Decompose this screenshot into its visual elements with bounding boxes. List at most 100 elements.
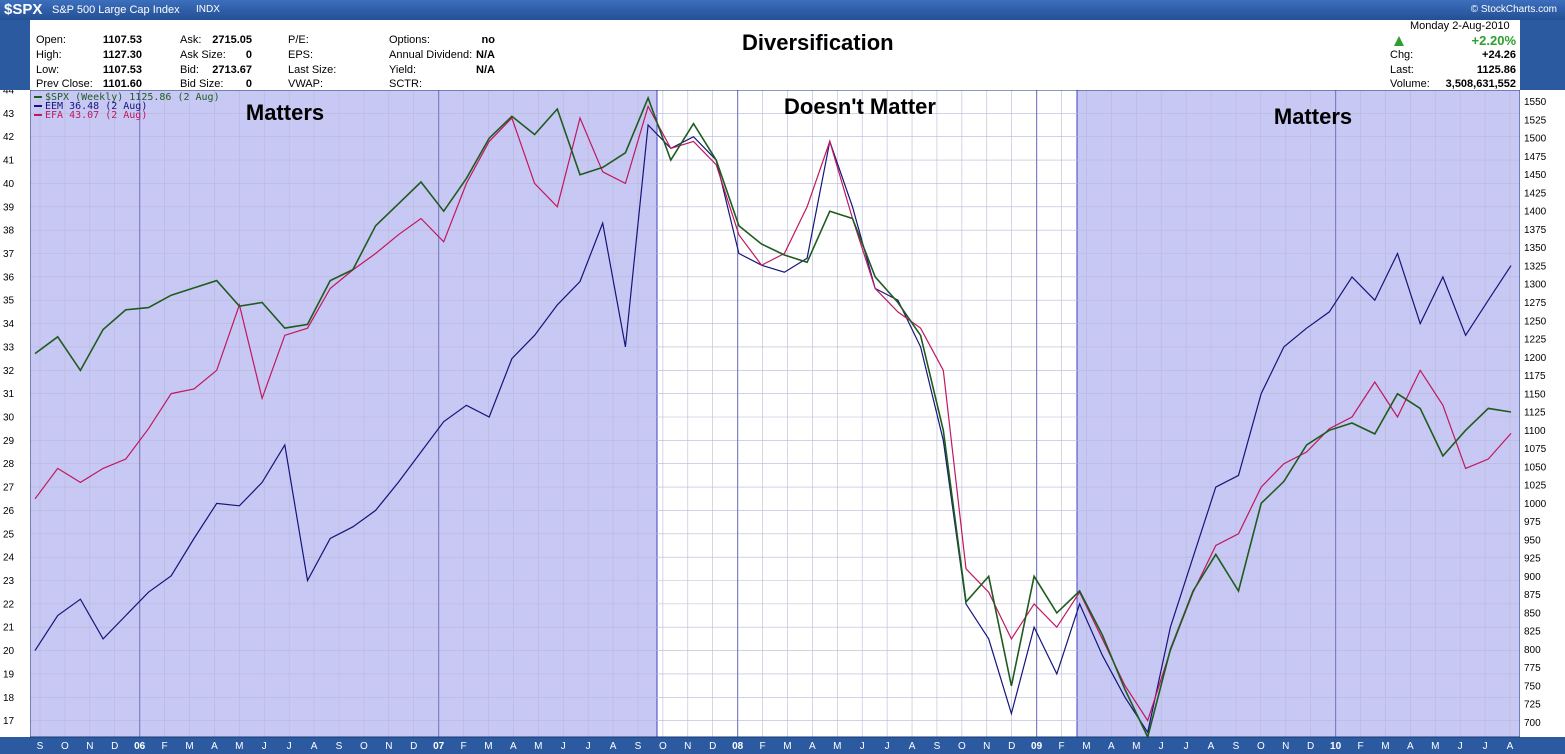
x-tick-label: J — [860, 741, 865, 752]
right-tick-label: 1550 — [1524, 97, 1547, 108]
left-tick-label: 35 — [3, 296, 15, 307]
x-tick-label: F — [1357, 741, 1363, 752]
right-tick-label: 1500 — [1524, 134, 1547, 145]
right-tick-label: 1475 — [1524, 152, 1547, 163]
left-tick-label: 17 — [3, 716, 15, 727]
left-tick-label: 20 — [3, 646, 15, 657]
right-tick-label: 1200 — [1524, 353, 1547, 364]
stat-value: +24.26 — [1482, 49, 1516, 61]
brand-link[interactable]: © StockCharts.com — [1471, 4, 1557, 15]
stat-label: P/E: — [288, 34, 309, 46]
x-tick-label: A — [909, 741, 916, 752]
right-tick-label: 1350 — [1524, 243, 1547, 254]
x-tick-label: O — [360, 741, 368, 752]
stat-value: no — [481, 34, 495, 46]
x-tick-label: A — [610, 741, 617, 752]
right-tick-label: 1150 — [1524, 389, 1546, 400]
percent-change: +2.20% — [1471, 33, 1516, 48]
x-tick-label: A — [1108, 741, 1115, 752]
x-tick-label: N — [983, 741, 990, 752]
x-tick-label: A — [311, 741, 318, 752]
x-tick-label: O — [958, 741, 966, 752]
left-tick-label: 30 — [3, 413, 15, 424]
x-tick-label: D — [111, 741, 118, 752]
right-tick-label: 1025 — [1524, 481, 1547, 492]
left-tick-label: 37 — [3, 249, 15, 260]
x-tick-label: J — [1159, 741, 1164, 752]
left-tick-label: 43 — [3, 109, 15, 120]
x-tick-label: 07 — [433, 741, 445, 752]
exchange-label: INDX — [196, 4, 220, 15]
right-tick-label: 750 — [1524, 681, 1541, 692]
left-tick-label: 26 — [3, 506, 15, 517]
stat-label: Volume: — [1390, 78, 1430, 90]
stat-value: 0 — [245, 49, 252, 61]
right-tick-label: 1125 — [1524, 408, 1546, 419]
x-tick-label: O — [659, 741, 667, 752]
x-tick-label: S — [37, 741, 44, 752]
x-tick-label: O — [1257, 741, 1265, 752]
right-tick-label: 850 — [1524, 608, 1541, 619]
shaded-region — [1076, 90, 1521, 738]
x-tick-label: M — [1381, 741, 1389, 752]
left-tick-label: 38 — [3, 226, 15, 237]
left-tick-label: 27 — [3, 483, 15, 494]
price-chart[interactable]: Matters Doesn't Matter Matters 17 18 19 20 21 22… — [0, 90, 1565, 754]
x-tick-label: D — [1008, 741, 1015, 752]
x-tick-label: A — [809, 741, 816, 752]
left-tick-label: 29 — [3, 436, 15, 447]
stat-label: Last: — [1390, 64, 1414, 76]
x-tick-label: M — [833, 741, 841, 752]
legend-label: EFA 43.07 (2 Aug) — [45, 110, 147, 121]
x-tick-label: D — [410, 741, 417, 752]
stat-label: High: — [36, 49, 62, 61]
x-tick-label: J — [1458, 741, 1463, 752]
x-tick-label: D — [709, 741, 716, 752]
right-tick-label: 725 — [1524, 700, 1541, 711]
x-tick-label: S — [336, 741, 343, 752]
right-tick-label: 1400 — [1524, 207, 1547, 218]
x-tick-label: A — [1208, 741, 1215, 752]
x-tick-label: N — [1282, 741, 1289, 752]
x-tick-label: D — [1307, 741, 1314, 752]
stat-value: 2715.05 — [212, 34, 252, 46]
x-tick-label: S — [635, 741, 642, 752]
quote-header: Diversification Monday 2-Aug-2010 +2.20%… — [30, 20, 1520, 90]
right-tick-label: 1075 — [1524, 444, 1547, 455]
x-tick-label: J — [586, 741, 591, 752]
stat-label: Open: — [36, 34, 66, 46]
x-tick-label: M — [235, 741, 243, 752]
stat-value: 2713.67 — [212, 64, 252, 76]
stat-value: 1125.86 — [1476, 64, 1516, 76]
left-tick-label: 44 — [3, 90, 15, 97]
x-tick-label: F — [759, 741, 765, 752]
x-tick-label: 10 — [1330, 741, 1342, 752]
x-tick-label: F — [461, 741, 467, 752]
left-tick-label: 36 — [3, 272, 15, 283]
index-name: S&P 500 Large Cap Index — [52, 4, 180, 16]
x-tick-label: S — [934, 741, 941, 752]
left-tick-label: 42 — [3, 132, 15, 143]
right-tick-label: 875 — [1524, 590, 1541, 601]
top-bar: $SPX S&P 500 Large Cap Index INDX © Stoc… — [0, 0, 1565, 20]
left-tick-label: 32 — [3, 366, 15, 377]
x-tick-label: J — [262, 741, 267, 752]
left-tick-label: 19 — [3, 669, 15, 680]
stat-label: Options: — [389, 34, 430, 46]
right-tick-label: 1450 — [1524, 170, 1547, 181]
x-tick-label: M — [534, 741, 542, 752]
x-tick-label: F — [162, 741, 168, 752]
right-tick-label: 1300 — [1524, 280, 1547, 291]
x-tick-label: M — [1431, 741, 1439, 752]
right-tick-label: 1425 — [1524, 188, 1547, 199]
left-tick-label: 34 — [3, 319, 15, 330]
x-tick-label: S — [1233, 741, 1240, 752]
stat-value: N/A — [476, 49, 495, 61]
stat-label: Chg: — [1390, 49, 1414, 61]
x-tick-label: 09 — [1031, 741, 1043, 752]
right-tick-label: 925 — [1524, 554, 1541, 565]
right-tick-label: 1175 — [1524, 371, 1546, 382]
right-tick-label: 800 — [1524, 645, 1541, 656]
right-tick-label: 1525 — [1524, 115, 1547, 126]
x-tick-label: A — [211, 741, 218, 752]
